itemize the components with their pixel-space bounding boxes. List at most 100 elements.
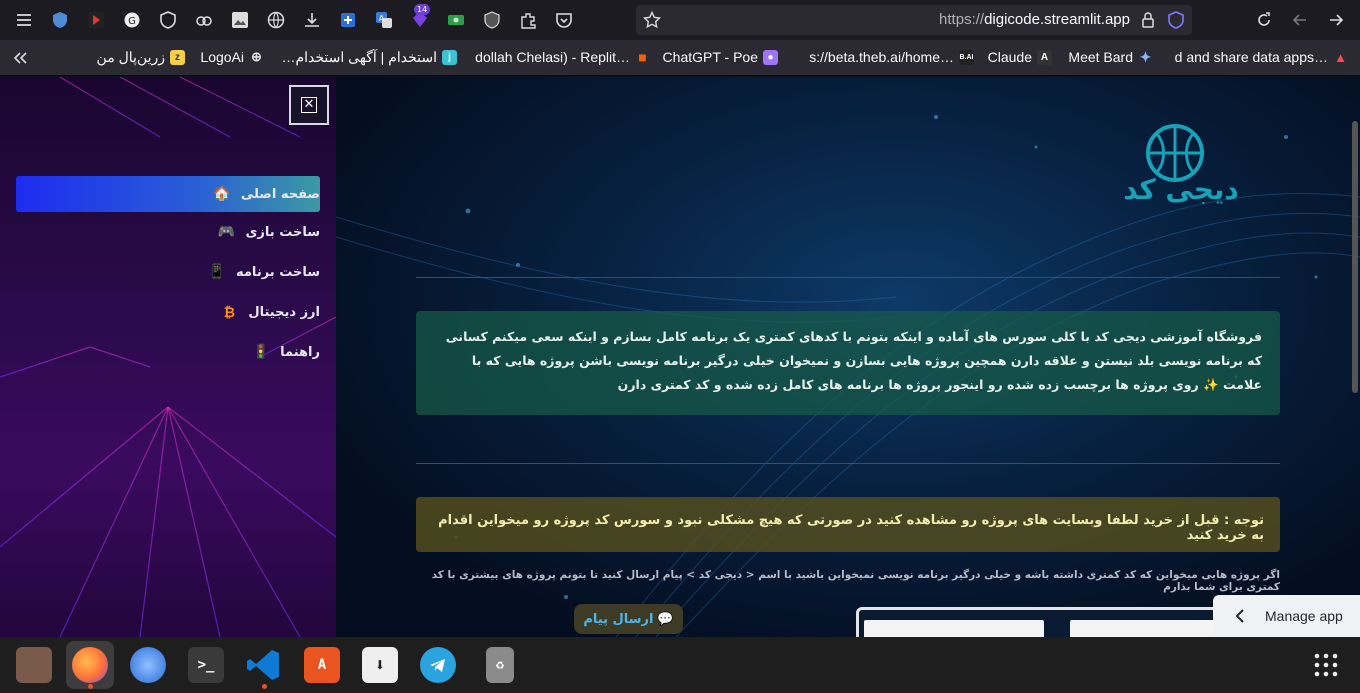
sidebar-item-crypto[interactable]: ₿ ارز دیجیتال xyxy=(16,294,320,330)
poe-icon: ● xyxy=(763,49,778,65)
speech-bubble-icon: 💬 xyxy=(657,611,674,627)
reload-icon[interactable] xyxy=(1254,10,1274,30)
form-input-left[interactable] xyxy=(864,620,1044,637)
sidebar-item-label: راهنما xyxy=(280,344,320,360)
main-content: دیجی کد فروشگاه آموزشی دیجی کد با کلی سو… xyxy=(336,77,1360,637)
vscode-icon xyxy=(246,647,282,683)
phone-icon: 📱 xyxy=(208,264,226,280)
downloader-app[interactable]: ⬇ xyxy=(356,641,404,689)
manage-app-button[interactable]: Manage app xyxy=(1213,595,1360,637)
thebai-icon: B.AI xyxy=(959,49,974,65)
bookmark-label: استخدام | آگهی استخدام… xyxy=(281,49,437,65)
svg-text:A: A xyxy=(379,14,385,23)
scrollbar[interactable] xyxy=(1352,121,1358,393)
bookmark-bard[interactable]: Meet Bard ✦ xyxy=(1068,49,1153,66)
bookmark-thebai[interactable]: s://beta.theb.ai/home… B.AI xyxy=(809,49,974,65)
bookmark-zarinpal[interactable]: z زرین‌پال من xyxy=(97,49,185,66)
bitcoin-icon: ₿ xyxy=(223,304,236,321)
tracking-shield-icon[interactable] xyxy=(1166,10,1186,30)
menu-icon[interactable] xyxy=(14,10,34,30)
forward-arrow-icon[interactable] xyxy=(1326,10,1346,30)
globe-icon: ⊕ xyxy=(251,49,262,64)
sidebar-item-label: ساخت برنامه xyxy=(236,264,320,280)
chevron-double-left-icon[interactable] xyxy=(10,48,30,68)
manage-app-label: Manage app xyxy=(1265,608,1343,624)
gem-extension-icon[interactable]: 14 xyxy=(410,4,431,30)
vscode-app[interactable] xyxy=(240,641,288,689)
grammar-extension-icon[interactable]: G xyxy=(122,10,142,30)
traffic-light-icon: 🚦 xyxy=(252,344,270,360)
money-extension-icon[interactable] xyxy=(446,10,466,30)
logo-text: دیجی کد xyxy=(1123,173,1239,206)
firefox-icon xyxy=(72,647,108,683)
zarinpal-icon: z xyxy=(170,50,185,65)
taskbar: >_ A ⬇ ♻ xyxy=(0,637,1360,693)
url-bar[interactable]: https://digicode.streamlit.app xyxy=(636,5,1192,35)
shield-outline-extension-icon[interactable] xyxy=(482,10,502,30)
extensions-puzzle-icon[interactable] xyxy=(518,10,538,30)
bookmark-label: LogoAi xyxy=(200,49,244,65)
software-app[interactable]: A xyxy=(298,641,346,689)
bookmark-claude[interactable]: Claude A xyxy=(988,49,1052,65)
bookmark-poe[interactable]: ChatGPT - Poe ● xyxy=(663,49,778,65)
digicode-logo: دیجی کد xyxy=(1116,123,1256,213)
url-text: https://digicode.streamlit.app xyxy=(939,11,1130,28)
firefox-app[interactable] xyxy=(66,641,114,689)
guard-extension-icon[interactable] xyxy=(158,10,178,30)
form-input-right[interactable] xyxy=(1070,620,1230,637)
globe-extension-icon[interactable] xyxy=(266,10,286,30)
show-apps-button[interactable] xyxy=(1302,641,1350,689)
shield-extension-icon[interactable] xyxy=(50,10,70,30)
browser-toolbar: G A 14 https://digicode.streamlit.app xyxy=(0,0,1360,40)
telegram-app[interactable] xyxy=(414,641,462,689)
bookmark-label: s://beta.theb.ai/home… xyxy=(809,49,954,65)
sidebar-item-game[interactable]: 🎮 ساخت بازی xyxy=(16,214,320,250)
back-arrow-icon[interactable] xyxy=(1290,10,1310,30)
warning-alert: توجه : قبل از خرید لطفا وبسایت های پروژه… xyxy=(416,497,1280,552)
files-app[interactable] xyxy=(10,641,58,689)
thunderbird-app[interactable] xyxy=(124,641,172,689)
send-message-label: ارسال پیام xyxy=(583,611,654,627)
bookmark-label: ChatGPT - Poe xyxy=(662,49,758,65)
bookmark-label: dollah Chelasi) - Replit… xyxy=(475,49,630,65)
active-indicator xyxy=(88,684,93,689)
svg-text:G: G xyxy=(128,16,136,27)
sidebar-item-home[interactable]: 🏠 صفحه اصلی xyxy=(16,176,320,212)
jobinja-icon: j xyxy=(442,50,457,65)
cloud-extension-icon[interactable] xyxy=(194,10,214,30)
extension-badge: 14 xyxy=(414,4,431,15)
puzzle-blue-extension-icon[interactable] xyxy=(338,10,358,30)
bookmark-label: زرین‌پال من xyxy=(96,49,165,65)
send-message-button[interactable]: 💬 ارسال پیام xyxy=(574,604,683,634)
bookmark-jobinja[interactable]: j استخدام | آگهی استخدام… xyxy=(281,49,457,66)
sidebar-item-label: ساخت بازی xyxy=(245,224,320,240)
anthropic-icon: A xyxy=(1037,49,1052,65)
sidebar-item-label: ارز دیجیتال xyxy=(248,304,320,320)
bookmark-replit[interactable]: dollah Chelasi) - Replit… ■ xyxy=(475,49,650,65)
download-icon[interactable] xyxy=(302,10,322,30)
bookmarks-bar: d and share data apps… ▲ Meet Bard ✦ Cla… xyxy=(0,40,1360,76)
bookmark-logoai[interactable]: LogoAi ⊕ xyxy=(200,49,264,65)
pocket-icon[interactable] xyxy=(554,10,574,30)
sidebar-item-label: صفحه اصلی xyxy=(240,186,320,202)
bookmark-star-icon[interactable] xyxy=(642,10,662,30)
trash-icon: ♻ xyxy=(486,647,514,683)
trash-app[interactable]: ♻ xyxy=(476,641,524,689)
bookmark-label: Claude xyxy=(987,49,1032,65)
bookmark-label: Meet Bard xyxy=(1068,49,1133,65)
sidebar-item-guide[interactable]: 🚦 راهنما xyxy=(16,334,320,370)
image-extension-icon[interactable] xyxy=(230,10,250,30)
info-alert: فروشگاه آموزشی دیجی کد با کلی سورس های آ… xyxy=(416,311,1280,415)
chevron-left-icon xyxy=(1235,609,1244,623)
play-extension-icon[interactable] xyxy=(86,10,106,30)
lock-icon[interactable] xyxy=(1138,10,1158,30)
divider xyxy=(416,463,1280,464)
close-icon: ✕ xyxy=(301,97,317,113)
bookmark-streamlit[interactable]: d and share data apps… ▲ xyxy=(1175,49,1348,65)
close-sidebar-button[interactable]: ✕ xyxy=(289,85,329,125)
terminal-icon: >_ xyxy=(188,647,224,683)
replit-icon: ■ xyxy=(638,49,647,65)
terminal-app[interactable]: >_ xyxy=(182,641,230,689)
sidebar-item-app[interactable]: 📱 ساخت برنامه xyxy=(16,254,320,290)
translate-extension-icon[interactable]: A xyxy=(374,10,394,30)
